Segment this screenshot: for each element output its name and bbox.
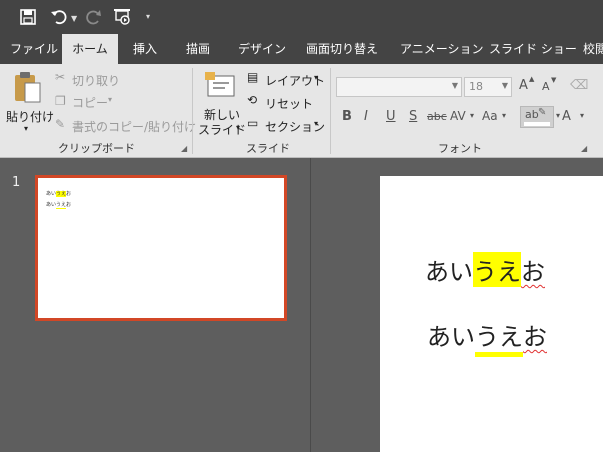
grow-font-caret-icon: ▲ — [529, 75, 535, 83]
thumb-line-2-c: お — [66, 202, 72, 208]
underline-button[interactable]: U — [386, 109, 396, 124]
reset-icon: ⟲ — [247, 93, 258, 107]
character-spacing-dropdown-icon[interactable]: ▾ — [470, 111, 474, 120]
thumb-line-1-c: お — [66, 191, 72, 197]
thumb-line-1: あいうえお — [46, 190, 71, 197]
cut-button[interactable]: 切り取り — [72, 72, 120, 89]
ribbon-tabs: ファイル ホーム 挿入 描画 デザイン 画面切り替え アニメーション スライド … — [0, 34, 603, 64]
line-1-highlighted: うえ — [473, 252, 521, 287]
line-2-underlined: うえ — [475, 317, 523, 357]
character-spacing-button[interactable]: AV — [450, 109, 466, 123]
undo-icon[interactable] — [50, 8, 68, 26]
font-color-button[interactable]: A — [562, 109, 571, 124]
font-name-dropdown-icon: ▼ — [451, 81, 458, 90]
thumb-line-1-b: うえ — [56, 191, 67, 197]
change-case-dropdown-icon[interactable]: ▾ — [502, 111, 506, 120]
redo-icon[interactable] — [84, 8, 102, 26]
copy-button[interactable]: コピー — [72, 94, 108, 111]
tab-review[interactable]: 校閲 — [583, 34, 603, 64]
shrink-font-button[interactable]: A — [542, 80, 550, 93]
change-case-button[interactable]: Aa — [482, 109, 498, 123]
slide-text-line-1[interactable]: あいうえお — [425, 252, 545, 287]
italic-button[interactable]: I — [364, 109, 368, 124]
tab-home[interactable]: ホーム — [62, 34, 118, 64]
thumb-line-1-a: あい — [46, 191, 57, 197]
line-2-tail: お — [523, 323, 547, 351]
paste-icon — [15, 72, 41, 103]
group-separator — [330, 68, 331, 154]
tab-transitions[interactable]: 画面切り替え — [306, 34, 378, 64]
font-size-combobox[interactable]: 18 ▼ — [464, 77, 512, 97]
section-icon: ▭ — [247, 116, 259, 130]
font-color-dropdown-icon[interactable]: ▾ — [580, 111, 584, 120]
reset-button[interactable]: リセット — [265, 95, 313, 112]
shadow-button[interactable]: S — [409, 109, 417, 124]
layout-dropdown-icon[interactable]: ▾ — [314, 73, 318, 82]
copy-icon: ❐ — [55, 94, 66, 108]
group-label-slides: スライド — [246, 142, 290, 155]
font-size-value: 18 — [469, 80, 483, 93]
shrink-font-caret-icon: ▼ — [551, 76, 557, 84]
group-label-clipboard: クリップボード — [58, 142, 135, 155]
save-icon[interactable] — [20, 9, 36, 25]
tab-animations[interactable]: アニメーション — [400, 34, 484, 64]
group-separator — [192, 68, 193, 154]
customize-qat-icon[interactable]: ▾ — [146, 12, 150, 21]
quick-access-toolbar: ▼ ▾ — [0, 0, 603, 34]
new-slide-dropdown-icon: ▾ — [236, 123, 241, 132]
tab-slideshow[interactable]: スライド ショー — [489, 34, 577, 64]
start-presentation-icon[interactable] — [113, 8, 133, 26]
font-size-dropdown-icon: ▼ — [501, 81, 508, 90]
group-label-font: フォント — [438, 142, 482, 155]
powerpoint-window: ▼ ▾ ファイル ホーム 挿入 描画 デザイン 画面切り替え アニメーション ス… — [0, 0, 603, 452]
section-dropdown-icon[interactable]: ▾ — [314, 119, 318, 128]
line-2-plain: あい — [427, 323, 475, 351]
highlight-label: ab — [525, 108, 539, 121]
font-launcher-icon[interactable]: ◢ — [581, 144, 587, 153]
slide-number: 1 — [12, 175, 21, 190]
clipboard-launcher-icon[interactable]: ◢ — [181, 144, 187, 153]
tab-file[interactable]: ファイル — [10, 34, 58, 64]
ribbon: 貼り付け ▾ ✂ 切り取り ❐ コピー ▾ ✎ 書式のコピー/貼り付け クリップ… — [0, 64, 603, 158]
thumb-line-2-b: うえ — [56, 202, 67, 209]
undo-dropdown-icon[interactable]: ▼ — [71, 14, 77, 23]
copy-dropdown-icon[interactable]: ▾ — [108, 95, 112, 104]
slide-canvas[interactable]: あいうえお あいうえお — [380, 176, 603, 452]
font-name-combobox[interactable]: ▼ — [336, 77, 462, 97]
tab-insert[interactable]: 挿入 — [133, 34, 157, 64]
line-1-tail: お — [521, 258, 545, 286]
paste-button[interactable]: 貼り付け ▾ — [4, 68, 54, 133]
slide-text-line-2[interactable]: あいうえお — [427, 317, 547, 357]
format-painter-icon: ✎ — [55, 117, 66, 131]
strikethrough-button[interactable]: abc — [427, 110, 447, 123]
highlight-pen-icon: ✎ — [538, 107, 547, 118]
line-1-plain: あい — [425, 258, 473, 286]
clear-formatting-icon[interactable]: ⌫ — [570, 78, 588, 93]
grow-font-button[interactable]: A — [519, 78, 528, 93]
bold-button[interactable]: B — [342, 109, 352, 124]
cut-icon: ✂ — [55, 70, 66, 84]
thumb-line-2: あいうえお — [46, 201, 72, 209]
tab-draw[interactable]: 描画 — [186, 34, 210, 64]
tab-design[interactable]: デザイン — [238, 34, 286, 64]
layout-icon: ▤ — [247, 70, 259, 84]
format-painter-button[interactable]: 書式のコピー/貼り付け — [72, 118, 196, 135]
highlight-button[interactable]: ab ✎ — [520, 106, 554, 128]
highlight-swatch — [524, 122, 550, 126]
paste-label: 貼り付け — [6, 110, 55, 124]
new-slide-icon — [205, 72, 235, 97]
highlight-dropdown-icon[interactable]: ▾ — [556, 111, 560, 120]
paste-dropdown-icon: ▾ — [24, 124, 29, 133]
slide-thumbnail-1[interactable]: あいうえお あいうえお — [35, 175, 287, 321]
thumb-line-2-a: あい — [46, 202, 57, 208]
new-slide-button[interactable]: 新しい スライド ▾ — [196, 68, 246, 138]
